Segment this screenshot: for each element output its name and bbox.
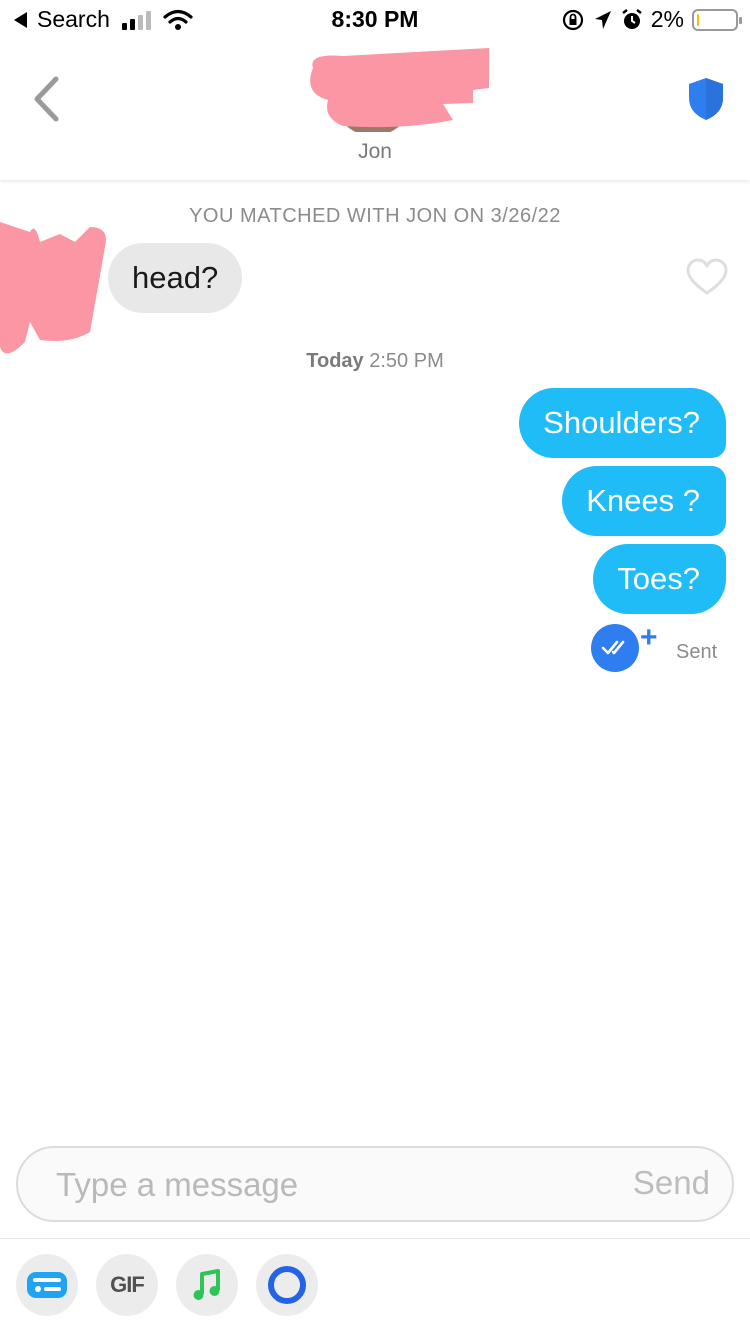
outgoing-message-text: Shoulders? xyxy=(543,405,700,440)
music-button[interactable] xyxy=(176,1254,238,1316)
gif-label: GIF xyxy=(110,1272,145,1297)
loop-button[interactable] xyxy=(256,1254,318,1316)
alarm-icon xyxy=(622,8,642,29)
outgoing-message-text: Toes? xyxy=(617,561,700,596)
like-message-button[interactable] xyxy=(686,258,728,296)
back-button[interactable] xyxy=(26,74,66,124)
outgoing-message[interactable]: Toes? xyxy=(593,544,726,614)
safety-toolkit-button[interactable] xyxy=(686,76,726,122)
loop-ring-icon xyxy=(268,1266,306,1304)
orientation-lock-icon xyxy=(562,9,583,30)
toolbar-divider xyxy=(0,1238,750,1239)
match-notice: YOU MATCHED WITH JON ON 3/26/22 xyxy=(189,205,561,227)
plus-icon[interactable]: + xyxy=(640,623,658,653)
match-name[interactable]: Jon xyxy=(0,140,750,164)
message-composer: Send xyxy=(16,1146,734,1222)
message-input[interactable] xyxy=(56,1160,596,1210)
double-check-icon xyxy=(601,640,625,655)
outgoing-message[interactable]: Shoulders? xyxy=(519,388,726,458)
incoming-message[interactable]: head? xyxy=(108,243,243,313)
redacted-sender-image xyxy=(0,222,106,354)
redacted-avatar-image xyxy=(310,48,489,136)
chat-header: Jon xyxy=(0,40,750,180)
message-timestamp: Today 2:50 PM xyxy=(0,350,750,373)
status-right-group: 2% xyxy=(561,6,742,33)
music-note-icon xyxy=(193,1269,220,1300)
sender-avatar[interactable] xyxy=(0,222,110,357)
match-avatar[interactable] xyxy=(303,48,489,136)
send-button[interactable]: Send xyxy=(633,1164,710,1202)
battery-percent: 2% xyxy=(650,6,684,32)
timestamp-day: Today xyxy=(306,350,364,372)
message-status: Sent xyxy=(676,641,718,663)
incoming-message-text: head? xyxy=(132,260,219,295)
chat-screen: Search 8:30 PM 2% Jon YOU MATCHED WITH J… xyxy=(0,0,750,1334)
battery-icon xyxy=(692,8,742,31)
read-receipt-button[interactable] xyxy=(591,624,639,672)
shield-icon xyxy=(689,78,723,120)
location-arrow-icon xyxy=(594,10,611,29)
timestamp-time: 2:50 PM xyxy=(369,350,444,372)
gif-button[interactable]: GIF xyxy=(96,1254,158,1316)
outgoing-message[interactable]: Knees ? xyxy=(562,466,726,536)
sticker-card-icon xyxy=(27,1272,67,1298)
outgoing-message-text: Knees ? xyxy=(586,483,700,518)
status-bar: Search 8:30 PM 2% xyxy=(0,0,750,40)
sticker-card-button[interactable] xyxy=(16,1254,78,1316)
heart-outline-icon xyxy=(686,258,728,295)
battery-level-fill xyxy=(697,13,699,26)
chevron-left-icon xyxy=(34,76,59,122)
